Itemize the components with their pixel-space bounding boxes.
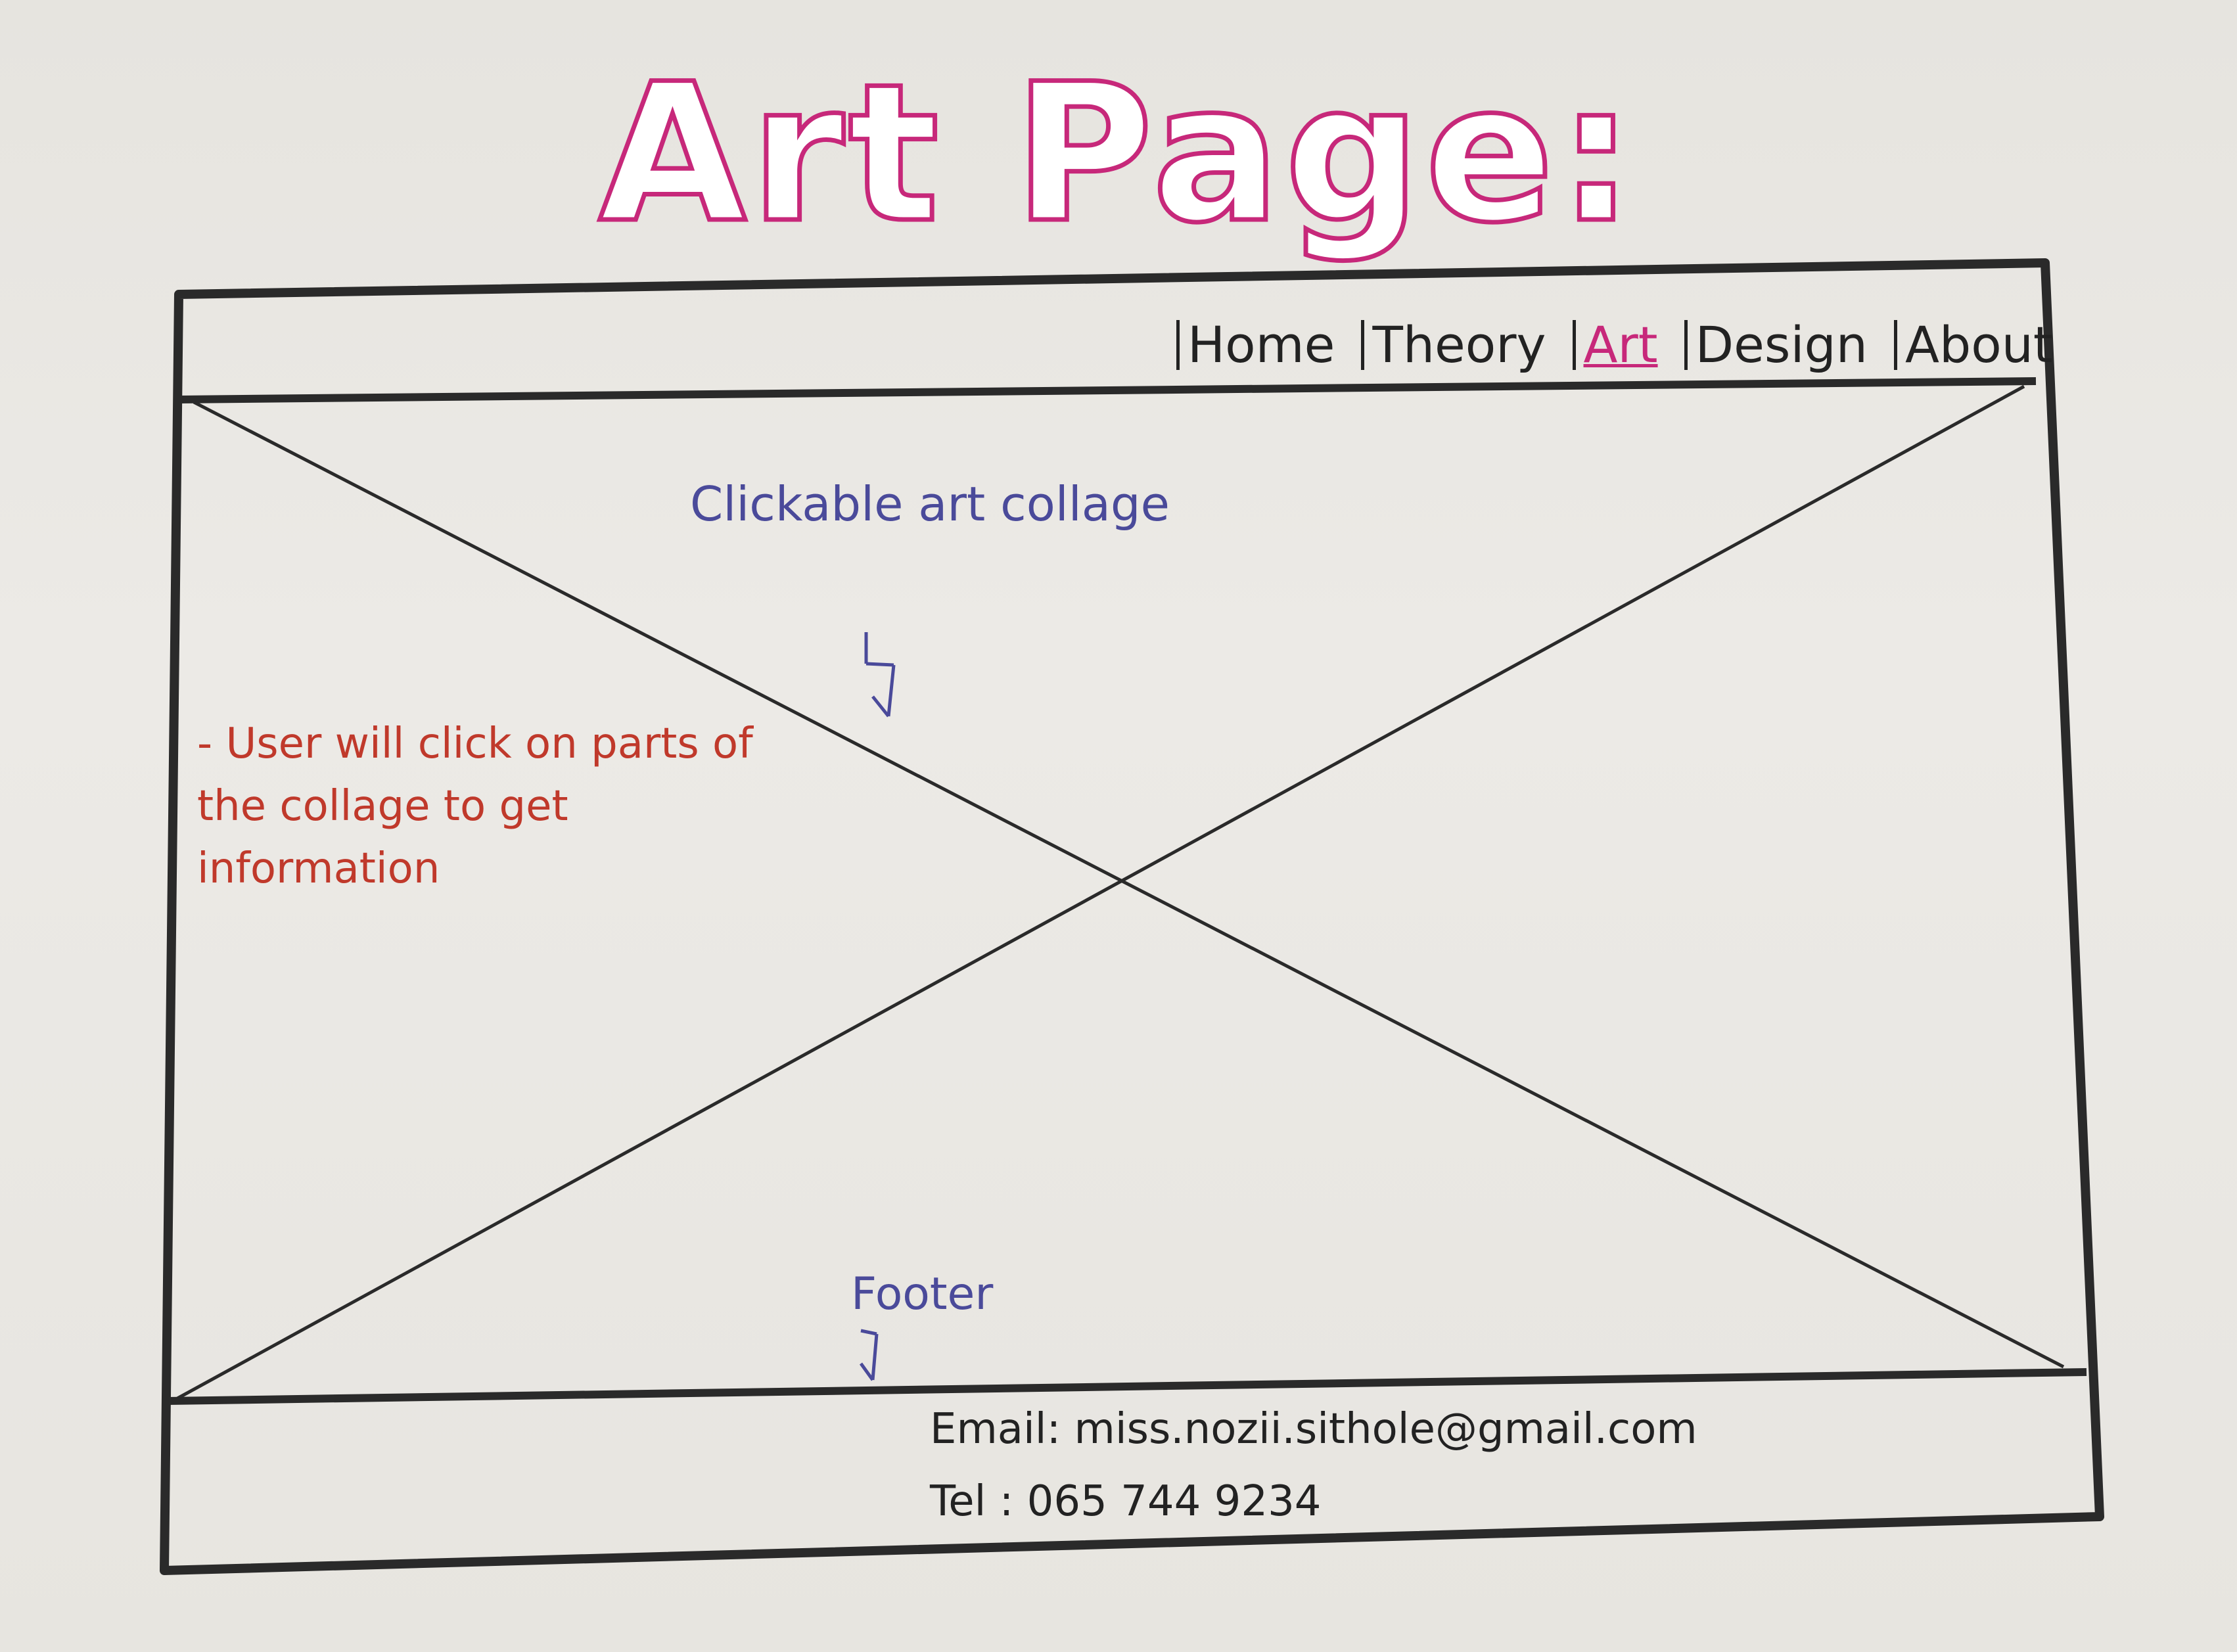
nav-item-art[interactable]: Art <box>1572 320 1658 370</box>
footer-contact: Email: miss.nozii.sithole@gmail.com Tel … <box>930 1393 1697 1538</box>
footer-email[interactable]: Email: miss.nozii.sithole@gmail.com <box>930 1393 1697 1465</box>
main-nav: Home Theory Art Design About <box>1176 299 2053 391</box>
collage-annotation: Clickable art collage <box>690 476 1170 532</box>
arrow-down-icon <box>859 1329 879 1381</box>
nav-item-design[interactable]: Design <box>1684 320 1868 370</box>
nav-item-about[interactable]: About <box>1893 320 2053 370</box>
nav-item-home[interactable]: Home <box>1176 320 1335 370</box>
footer-annotation: Footer <box>851 1268 994 1320</box>
footer-tel: Tel : 065 744 9234 <box>930 1477 1322 1526</box>
user-annotation: - User will click on parts of the collag… <box>197 720 753 893</box>
arrow-down-icon <box>864 632 896 718</box>
nav-item-theory[interactable]: Theory <box>1361 320 1546 370</box>
